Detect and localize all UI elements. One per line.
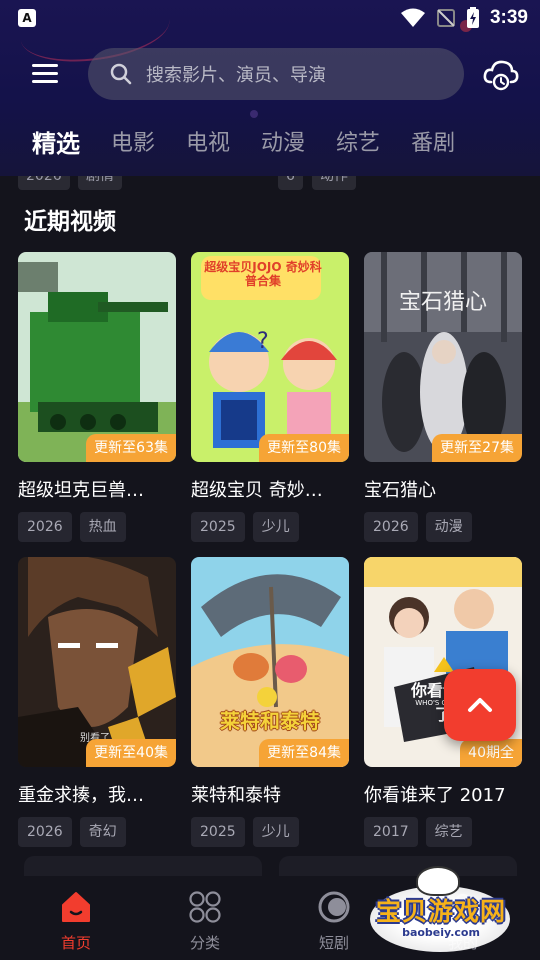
tab-bangumi[interactable]: 番剧 — [411, 128, 455, 160]
year-tag: 2017 — [364, 817, 418, 847]
video-card[interactable]: 宝石猎心 更新至27集 宝石猎心 2026 动漫 — [364, 252, 522, 542]
year-tag: 2026 — [18, 817, 72, 847]
search-placeholder: 搜索影片、演员、导演 — [146, 65, 326, 86]
episode-badge: 更新至27集 — [432, 434, 522, 462]
status-bar: A 3:39 — [0, 0, 540, 36]
tab-anime[interactable]: 动漫 — [261, 128, 305, 160]
nav-home[interactable]: 首页 — [36, 890, 116, 953]
search-icon — [110, 63, 132, 85]
video-card[interactable]: 别看了 更新至40集 重金求揍，我… 2026 奇幻 — [18, 557, 176, 847]
section-title: 近期视频 — [24, 209, 116, 235]
watermark-logo: 宝贝游戏网 baobeiy.com — [366, 866, 516, 956]
status-time: 3:39 — [489, 7, 528, 28]
poster: 宝石猎心 更新至27集 — [364, 252, 522, 462]
app-notification-icon: A — [18, 9, 36, 27]
tab-variety[interactable]: 综艺 — [336, 128, 380, 160]
year-tag: 2026 — [18, 512, 72, 542]
tab-tv[interactable]: 电视 — [186, 128, 230, 160]
poster: 莱特和泰特 更新至84集 — [191, 557, 349, 767]
episode-badge: 40期全 — [460, 739, 522, 767]
peek-chip: 剧情 — [78, 176, 122, 190]
year-tag: 2025 — [191, 817, 245, 847]
header: A 3:39 搜索影片、演员、导演 精选 电影 电视 动漫 综艺 番剧 — [0, 0, 540, 176]
status-icons: 3:39 — [400, 6, 528, 30]
genre-tag: 奇幻 — [79, 817, 126, 847]
shortplay-icon — [318, 891, 350, 923]
svg-text:?: ? — [257, 329, 269, 354]
video-title: 重金求揍，我… — [18, 785, 144, 806]
poster: ? 超级宝贝JOJO 奇妙科普合集 更新至80集 — [191, 252, 349, 462]
video-card[interactable]: 莱特和泰特 更新至84集 莱特和泰特 2025 少儿 — [191, 557, 349, 847]
video-card[interactable]: ? 超级宝贝JOJO 奇妙科普合集 更新至80集 超级宝贝 奇妙… 2025 少… — [191, 252, 349, 542]
header-decoration-dot — [250, 110, 258, 118]
nav-label: 短剧 — [318, 934, 349, 952]
menu-button[interactable] — [32, 64, 58, 84]
nav-label: 分类 — [189, 934, 220, 952]
poster: 更新至63集 — [18, 252, 176, 462]
poster-image — [18, 252, 176, 462]
episode-badge: 更新至84集 — [259, 739, 349, 767]
year-tag: 2025 — [191, 512, 245, 542]
wifi-icon — [400, 8, 425, 27]
video-title: 你看谁来了 2017 — [364, 785, 506, 806]
poster-image — [191, 557, 349, 767]
previous-row-peek: 2026 剧情 6 动作 — [0, 176, 540, 190]
tab-featured[interactable]: 精选 — [32, 128, 80, 160]
peek-chip: 2026 — [18, 176, 70, 190]
episode-badge: 更新至80集 — [259, 434, 349, 462]
genre-tag: 少儿 — [252, 512, 299, 542]
category-tabs: 精选 电影 电视 动漫 综艺 番剧 — [32, 128, 486, 160]
nav-category[interactable]: 分类 — [165, 890, 245, 953]
genre-tag: 动漫 — [425, 512, 472, 542]
poster: 别看了 更新至40集 — [18, 557, 176, 767]
genre-tag: 综艺 — [425, 817, 472, 847]
poster-logo-text: 超级宝贝JOJO 奇妙科普合集 — [204, 260, 322, 288]
peek-chip: 动作 — [312, 176, 356, 190]
signal-off-icon — [436, 9, 455, 27]
grid-icon — [189, 891, 221, 923]
nav-label: 首页 — [60, 934, 91, 952]
home-icon — [62, 892, 90, 922]
genre-tag: 热血 — [79, 512, 126, 542]
video-title: 莱特和泰特 — [191, 785, 281, 806]
battery-charging-icon — [466, 7, 479, 28]
poster-logo-text: 宝石猎心 — [398, 290, 487, 315]
search-input[interactable]: 搜索影片、演员、导演 — [88, 48, 464, 100]
watermark-title: 宝贝游戏网 — [375, 897, 506, 926]
video-title: 超级宝贝 奇妙… — [191, 480, 323, 501]
peek-chip: 6 — [278, 176, 303, 190]
tab-movies[interactable]: 电影 — [111, 128, 155, 160]
poster-logo-text: 莱特和泰特 — [220, 709, 320, 733]
video-card[interactable]: 更新至63集 超级坦克巨兽… 2026 热血 — [18, 252, 176, 542]
nav-shortplay[interactable]: 短剧 — [294, 890, 374, 953]
episode-badge: 更新至40集 — [86, 739, 176, 767]
chevron-up-icon — [468, 698, 492, 712]
video-title: 超级坦克巨兽… — [18, 480, 144, 501]
video-title: 宝石猎心 — [364, 480, 436, 501]
watermark-url: baobeiy.com — [402, 926, 480, 939]
genre-tag: 少儿 — [252, 817, 299, 847]
scroll-top-button[interactable] — [444, 669, 516, 741]
episode-badge: 更新至63集 — [86, 434, 176, 462]
cloud-sync-icon[interactable] — [482, 56, 520, 92]
year-tag: 2026 — [364, 512, 418, 542]
